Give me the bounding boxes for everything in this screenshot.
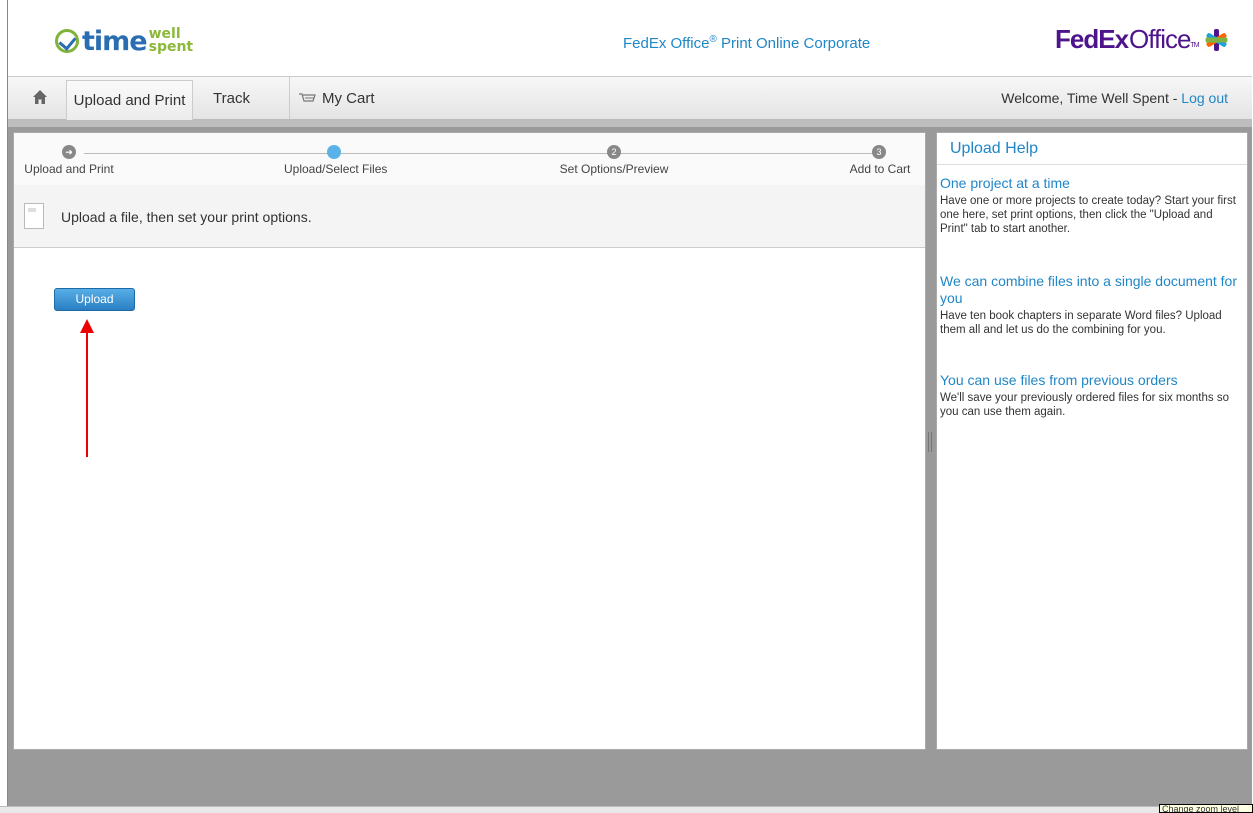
- main-nav: Upload and Print Track My Cart Welcome, …: [8, 76, 1252, 120]
- site-title-prefix: FedEx Office: [623, 35, 710, 52]
- arrow-shaft: [86, 331, 88, 457]
- help-item: One project at a time Have one or more p…: [940, 175, 1240, 236]
- step-number-icon: 2: [607, 145, 621, 159]
- logo-tm-text: TM: [1190, 42, 1199, 49]
- welcome-area: Welcome, Time Well Spent - Log out: [1001, 90, 1228, 106]
- nav-divider: [289, 77, 290, 119]
- help-item: You can use files from previous orders W…: [940, 372, 1240, 419]
- browser-status-bar: [0, 806, 1253, 813]
- logo-ex-text: Ex: [1098, 24, 1129, 54]
- top-strip: [8, 120, 1252, 127]
- step-number-icon: 3: [872, 145, 886, 159]
- welcome-text: Welcome, Time Well Spent -: [1001, 90, 1182, 106]
- instruction-bar: Upload a file, then set your print optio…: [14, 185, 925, 248]
- main-panel: ➜ Upload and Print Upload/Select Files 2…: [13, 132, 926, 750]
- step-label: Upload and Print: [24, 162, 114, 176]
- help-item-body: We'll save your previously ordered files…: [940, 392, 1229, 418]
- help-item-heading: You can use files from previous orders: [940, 372, 1178, 388]
- time-well-spent-logo[interactable]: time well spent: [55, 24, 193, 58]
- tab-track-label: Track: [213, 89, 250, 107]
- logo-time-text: time: [82, 25, 148, 57]
- home-icon-svg: [33, 90, 47, 104]
- step-set-options-preview: 2 Set Options/Preview: [544, 145, 684, 176]
- zoom-tooltip: Change zoom level: [1159, 804, 1253, 813]
- clock-check-icon: [55, 29, 79, 53]
- help-item: We can combine files into a single docum…: [940, 273, 1240, 337]
- help-item-heading: One project at a time: [940, 175, 1070, 191]
- logout-link[interactable]: Log out: [1181, 90, 1228, 106]
- cart-icon: [299, 93, 316, 102]
- site-title-suffix: Print Online Corporate: [716, 35, 871, 52]
- help-item-body: Have ten book chapters in separate Word …: [940, 310, 1222, 336]
- fedex-office-logo: Fed Ex Office TM: [1055, 24, 1228, 55]
- step-add-to-cart: 3 Add to Cart: [840, 145, 920, 176]
- help-panel-title: Upload Help: [937, 133, 1247, 165]
- home-icon[interactable]: [32, 89, 48, 105]
- logo-well-spent: well spent: [148, 27, 194, 55]
- tab-track[interactable]: Track: [213, 77, 250, 119]
- step-label: Upload/Select Files: [284, 162, 388, 176]
- panel-splitter-handle[interactable]: [928, 432, 932, 452]
- document-icon: [24, 203, 44, 229]
- tab-my-cart-label: My Cart: [322, 89, 375, 107]
- progress-steps: ➜ Upload and Print Upload/Select Files 2…: [14, 133, 925, 186]
- help-item-body: Have one or more projects to create toda…: [940, 195, 1236, 235]
- star-arm-green: [1205, 37, 1228, 42]
- logo-spent-text: spent: [148, 39, 194, 55]
- logo-fed-text: Fed: [1055, 24, 1099, 54]
- step-label: Add to Cart: [849, 162, 911, 176]
- tab-my-cart[interactable]: My Cart: [298, 77, 375, 119]
- help-item-heading: We can combine files into a single docum…: [940, 273, 1238, 306]
- site-header: time well spent FedEx Office® Print Onli…: [8, 0, 1252, 76]
- step-label: Set Options/Preview: [559, 162, 669, 176]
- tab-upload-and-print-label: Upload and Print: [73, 92, 186, 109]
- step-current-icon: [327, 145, 341, 159]
- step-done-icon: ➜: [62, 145, 76, 159]
- upload-button[interactable]: Upload: [54, 288, 135, 311]
- fedex-star-icon: [1205, 28, 1228, 51]
- registered-mark: ®: [709, 34, 717, 45]
- tab-upload-and-print[interactable]: Upload and Print: [66, 80, 193, 120]
- annotation-arrow-icon: [80, 319, 94, 459]
- step-upload-select-files: Upload/Select Files: [284, 145, 388, 176]
- instruction-text: Upload a file, then set your print optio…: [61, 209, 312, 225]
- logo-office-text: Office: [1129, 24, 1191, 54]
- help-panel: Upload Help One project at a time Have o…: [936, 132, 1248, 750]
- step-upload-and-print[interactable]: ➜ Upload and Print: [19, 145, 119, 176]
- steps-connector: [84, 153, 884, 154]
- site-title: FedEx Office® Print Online Corporate: [623, 34, 870, 52]
